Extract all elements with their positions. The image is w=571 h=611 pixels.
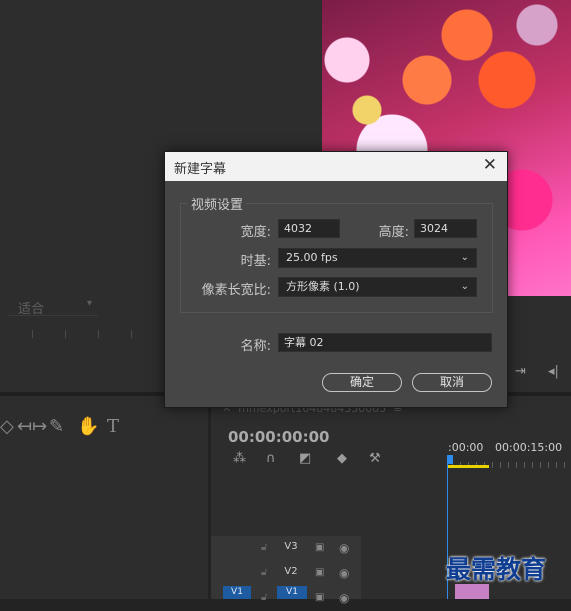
playhead[interactable] [447, 455, 453, 464]
ruler-label-start: :00:00 [448, 441, 484, 454]
timeline-clip[interactable] [455, 584, 489, 599]
slip-icon[interactable]: ↤↦ [17, 416, 47, 437]
settings-wrench-icon[interactable]: ⚒ [369, 451, 381, 466]
hand-icon[interactable]: ✋ [77, 416, 99, 437]
track-target-v1[interactable]: V1 [277, 586, 307, 599]
width-field[interactable]: 4032 [278, 219, 340, 238]
watermark: 最需教育 [446, 555, 547, 584]
lock-icon[interactable]: 🔓︎ [261, 542, 267, 553]
type-icon[interactable]: T [107, 416, 119, 437]
track-header-v3[interactable]: 🔓︎ V3 ▣ ◉ [211, 536, 361, 561]
ruler-label-15s: 00:00:15:00 [495, 441, 563, 454]
eye-icon[interactable]: ◉ [339, 591, 349, 605]
pen-icon[interactable]: ✎ [49, 416, 64, 437]
eye-icon[interactable]: ◉ [339, 541, 349, 555]
lock-icon[interactable]: 🔓︎ [261, 567, 267, 578]
height-label: 高度: [378, 225, 409, 240]
magnet-icon[interactable]: ∩ [266, 451, 276, 466]
eye-icon[interactable]: ◉ [339, 566, 349, 580]
fit-select-value: 适合 [18, 302, 45, 317]
timebase-value: 25.00 fps [286, 251, 338, 264]
film-icon[interactable]: ▣ [315, 592, 324, 603]
chevron-down-icon: ⌄ [460, 281, 469, 292]
film-icon[interactable]: ▣ [315, 567, 324, 578]
timebase-label: 时基: [240, 254, 271, 269]
chevron-down-icon: ▾ [86, 298, 92, 309]
fit-select[interactable]: 适合 ▾ [8, 298, 98, 317]
film-icon[interactable]: ▣ [315, 542, 324, 553]
pixel-aspect-label: 像素长宽比: [201, 283, 271, 298]
add-marker-icon[interactable]: ◆ [337, 451, 347, 466]
timebase-select[interactable]: 25.00 fps ⌄ [278, 248, 477, 268]
cancel-button[interactable]: 取消 [412, 373, 492, 392]
go-to-out-icon[interactable]: ◂| [548, 364, 559, 379]
pixel-aspect-value: 方形像素 (1.0) [286, 280, 360, 293]
step-forward-icon[interactable]: ⇥ [515, 364, 526, 379]
track-name: V2 [284, 566, 298, 577]
name-field[interactable]: 字幕 02 [278, 333, 492, 352]
dialog-title: 新建字幕 [174, 162, 227, 177]
lock-icon[interactable]: 🔓︎ [261, 592, 267, 603]
snap-icon[interactable]: ⁂ [233, 451, 246, 466]
track-header-v2[interactable]: 🔓︎ V2 ▣ ◉ [211, 561, 361, 586]
ok-button[interactable]: 确定 [322, 373, 402, 392]
close-icon[interactable]: ✕ [483, 155, 497, 175]
track-name: V3 [284, 541, 298, 552]
width-label: 宽度: [240, 225, 271, 240]
new-title-dialog: 新建字幕 ✕ 视频设置 宽度: 4032 高度: 3024 时基: 25.00 … [164, 151, 508, 408]
ripple-edit-icon[interactable]: ◇ [0, 416, 14, 437]
video-settings-label: 视频设置 [188, 194, 247, 213]
name-label: 名称: [240, 339, 271, 354]
source-patch-v1[interactable]: V1 [223, 586, 251, 599]
work-area-bar[interactable] [447, 465, 489, 468]
playhead-timecode[interactable]: 00:00:00:00 [228, 428, 330, 446]
height-field[interactable]: 3024 [414, 219, 477, 238]
pixel-aspect-select[interactable]: 方形像素 (1.0) ⌄ [278, 277, 477, 297]
dialog-titlebar[interactable]: 新建字幕 ✕ [165, 152, 507, 181]
chevron-down-icon: ⌄ [460, 252, 469, 263]
marker-icon[interactable]: ◩ [299, 451, 311, 466]
